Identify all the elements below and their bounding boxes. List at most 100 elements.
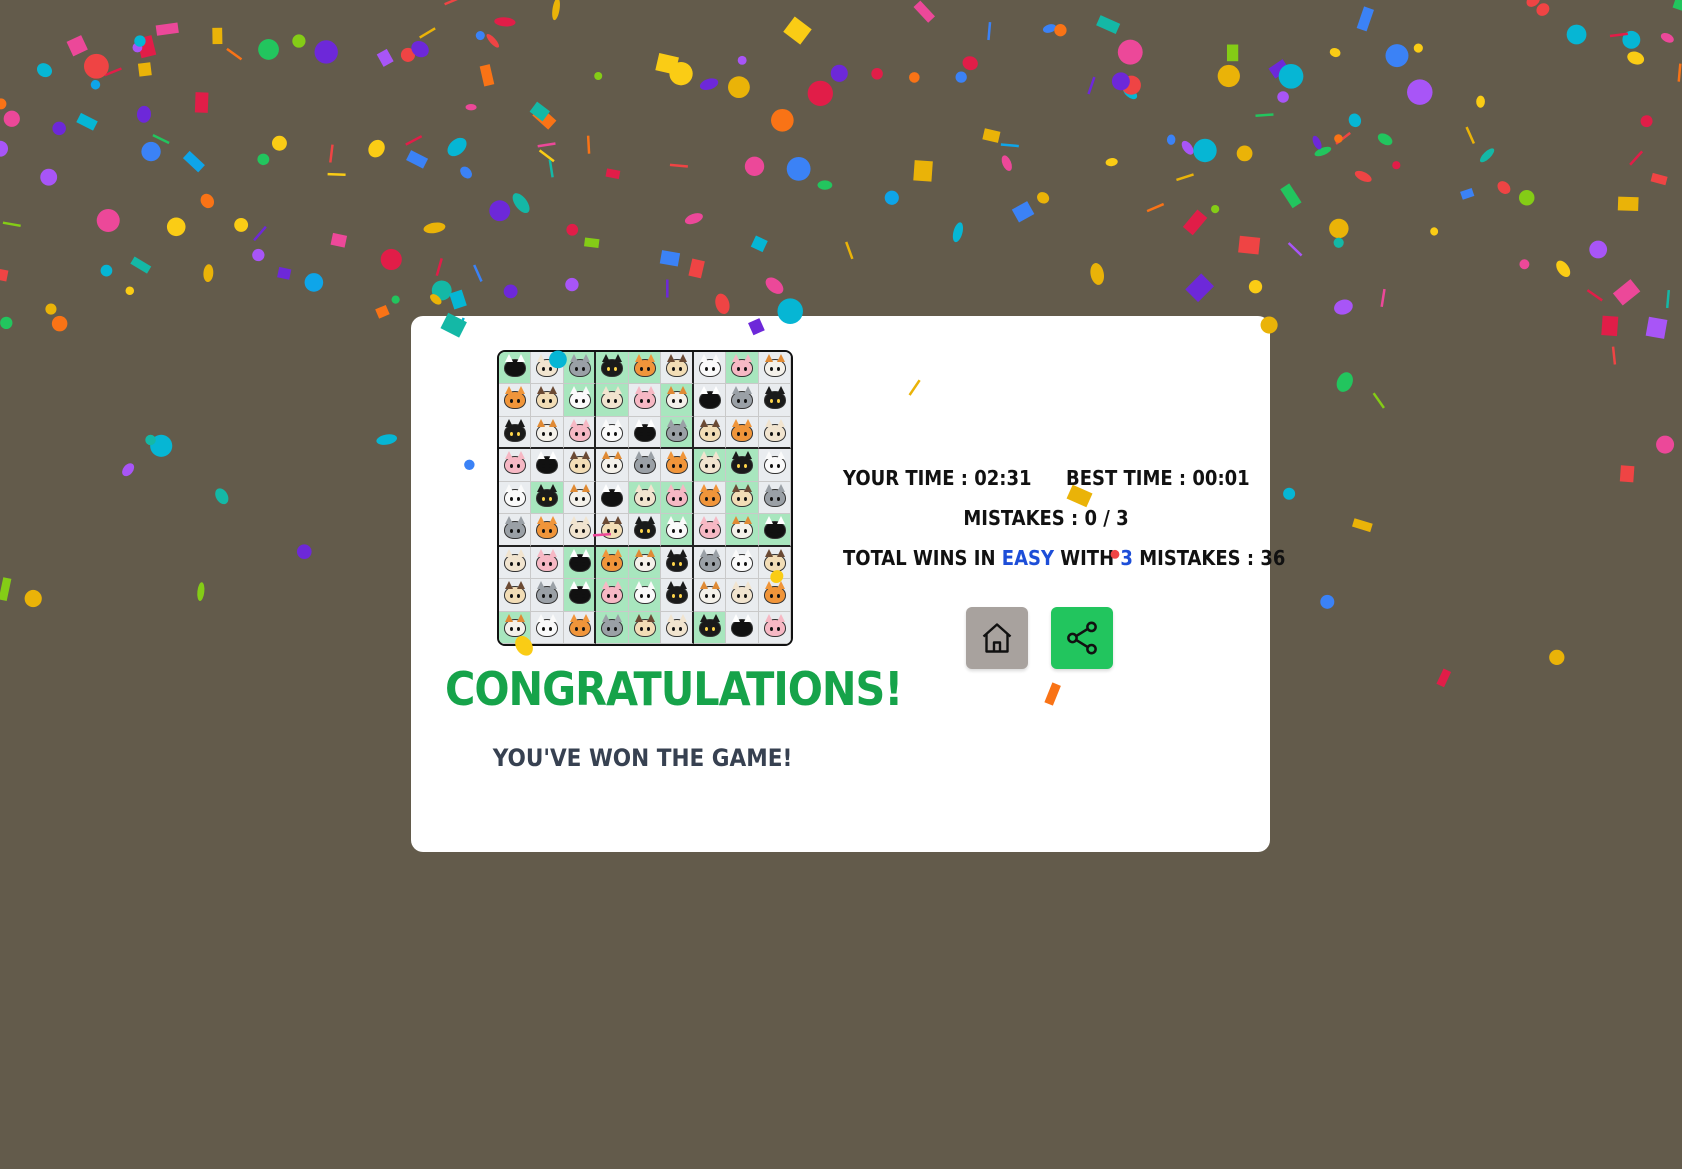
confetti-piece [76,112,98,131]
board-cell [693,449,727,482]
cat-tux-icon [698,386,721,410]
confetti-piece [909,72,920,83]
cat-pug-icon [666,354,689,377]
confetti-piece [200,193,215,209]
confetti-piece [1181,140,1194,155]
board-cell [563,384,597,417]
cat-black-icon [763,386,786,410]
confetti-piece [327,172,346,176]
cat-pink-icon [601,581,624,605]
confetti-piece [96,208,120,233]
confetti-piece [1660,32,1674,43]
board-cell [693,352,727,385]
mistakes-count: MISTAKES : 0 / 3 [963,506,1129,530]
confetti-piece [750,235,768,253]
confetti-piece [1536,3,1550,16]
confetti-piece [1111,72,1130,91]
confetti-piece [51,315,68,332]
confetti-piece [152,133,170,145]
confetti-piece [391,295,400,304]
confetti-piece [253,225,267,242]
confetti-piece [1556,260,1571,278]
confetti-piece [538,149,555,163]
cat-black-icon [698,613,721,637]
cat-white-icon [698,354,721,377]
board-cell [661,416,694,450]
board-cell [531,579,564,612]
confetti-piece [1001,155,1012,171]
confetti-piece [1609,32,1628,38]
board-cell [628,481,662,515]
confetti-piece [1392,161,1401,170]
confetti-piece [0,268,9,282]
confetti-piece [52,121,66,136]
confetti-piece [24,589,42,608]
confetti-piece [182,150,205,173]
cat-white-icon [731,548,754,572]
win-message: YOU'VE WON THE GAME! [492,744,793,772]
board-cell [499,449,532,482]
confetti-piece [104,67,122,77]
confetti-piece [1586,289,1603,302]
share-button[interactable] [1051,607,1113,669]
confetti-piece [145,434,156,446]
confetti-piece [1314,146,1332,157]
confetti-piece [166,217,186,237]
difficulty-label: EASY [1001,546,1054,570]
cat-orange-icon [698,483,721,507]
board-cell [596,352,629,385]
confetti-piece [130,256,152,274]
confetti-piece [728,76,750,99]
cat-white-icon [633,581,656,605]
confetti-piece [1519,259,1530,270]
confetti-piece [1672,0,1682,12]
confetti-piece [486,34,500,48]
board-cell [661,546,694,580]
confetti-piece [982,128,1001,143]
confetti-piece [83,53,109,79]
cat-gray-icon [601,613,624,637]
board-cell [531,449,564,482]
confetti-piece [45,303,57,315]
confetti-piece [1329,218,1349,239]
board-cell [563,611,597,644]
confetti-piece [812,84,828,100]
board-cell [563,579,597,612]
confetti-piece [252,248,265,262]
confetti-piece [1629,150,1644,166]
cat-pink-icon [633,386,656,410]
confetti-piece [605,168,621,180]
cat-black-icon [536,483,559,507]
confetti-piece [532,106,557,130]
board-cell [661,352,694,385]
board-cell [499,546,532,580]
confetti-piece [1497,181,1511,195]
cat-black-icon [601,354,624,377]
confetti-piece [1333,237,1344,248]
confetti-piece [1000,143,1019,148]
confetti-piece [203,264,214,283]
cat-white-icon [763,451,786,475]
home-button[interactable] [966,607,1028,669]
board-cell [499,352,532,385]
confetti-piece [1268,59,1290,79]
cat-pink-icon [504,451,526,475]
board-cell [758,481,791,515]
confetti-piece [431,280,452,301]
confetti-piece [419,27,436,39]
cat-orange-icon [504,386,526,410]
confetti-piece [141,141,161,162]
cat-white-icon [568,386,591,410]
board-cell [726,416,759,450]
confetti-piece [1217,64,1240,88]
board-cell [628,579,662,612]
confetti-piece [548,159,554,178]
confetti-piece [586,135,591,154]
confetti-piece [137,62,152,77]
confetti-piece [1042,24,1057,33]
cat-gray-icon [568,354,591,377]
confetti-piece [1526,0,1541,7]
cat-gray-icon [731,386,754,410]
cat-pug-icon [568,451,591,475]
confetti-piece [1185,273,1214,303]
